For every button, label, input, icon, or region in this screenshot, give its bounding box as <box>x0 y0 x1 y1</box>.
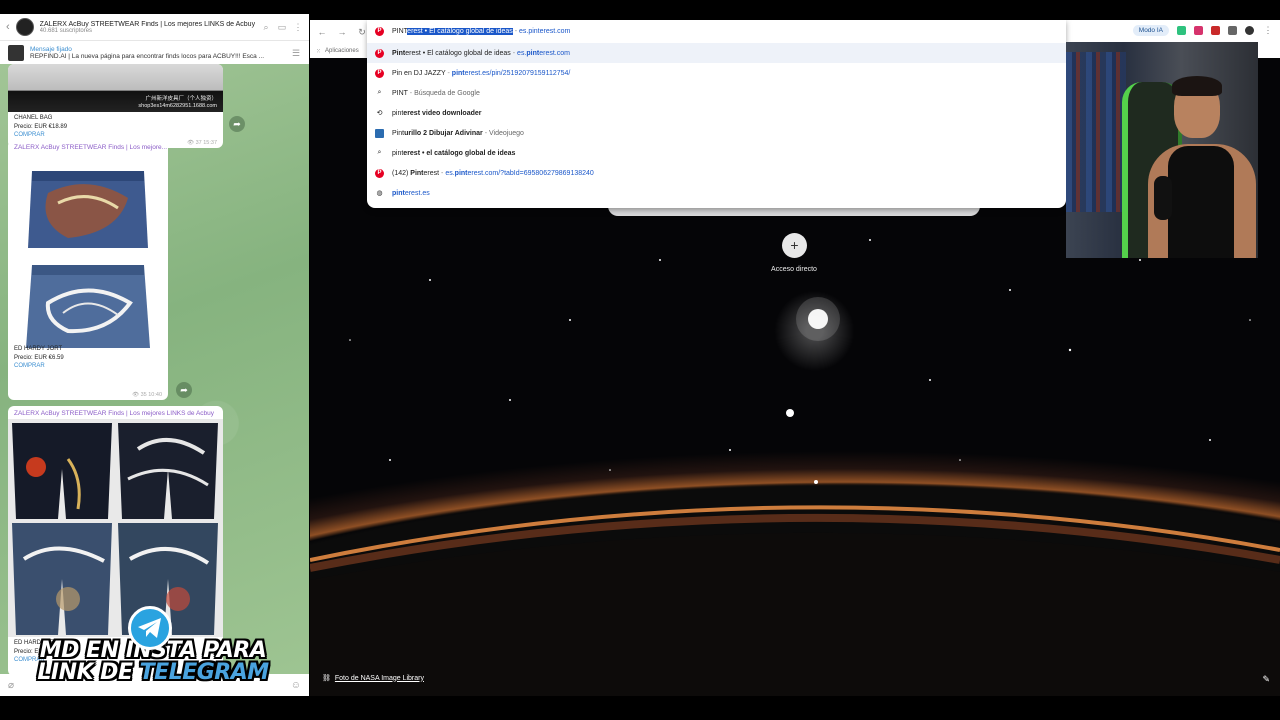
suggestion-row[interactable]: Pinturillo 2 Dibujar Adivinar - Videojue… <box>367 123 1066 143</box>
forward-icon[interactable]: ➦ <box>176 382 192 398</box>
webcam-overlay <box>1066 42 1258 258</box>
globe-icon: ◍ <box>376 190 383 197</box>
streamer <box>1148 76 1256 258</box>
photo-caption: 广州新洋皮具厂（个人独资） shop3es14m6282951.1688.com <box>138 96 217 109</box>
add-shortcut-label: Acceso directo <box>771 266 817 273</box>
clothing-rack <box>1066 52 1126 212</box>
apps-grid-icon[interactable]: ⁙ <box>316 48 321 55</box>
channel-post: ZALERX AcBuy STREETWEAR Finds | Los mejo… <box>8 140 168 400</box>
menu-icon[interactable]: ⋮ <box>1262 24 1274 36</box>
back-arrow-icon[interactable]: ‹ <box>6 21 10 33</box>
game-icon <box>375 128 384 138</box>
suggestion-row[interactable]: ⌕ PINT - Búsqueda de Google <box>367 83 1066 103</box>
profile-avatar[interactable] <box>1245 25 1254 35</box>
channel-post: 广州新洋皮具厂（个人独资） shop3es14m6282951.1688.com… <box>8 64 223 148</box>
omnibox-dropdown: P PINTerest • El catálogo global de idea… <box>367 20 1066 208</box>
channel-avatar[interactable] <box>15 18 34 36</box>
post-photo[interactable] <box>8 419 223 637</box>
post-channel-name[interactable]: ZALERX AcBuy STREETWEAR Finds | Los mejo… <box>8 406 223 419</box>
message-meta: 👁 37 15:37 <box>187 140 217 146</box>
item-price: Precio: EUR €6.59 <box>14 354 64 361</box>
chat-icon[interactable]: ▭ <box>277 22 287 32</box>
pinterest-icon: P <box>375 27 384 36</box>
forward-icon[interactable]: ➦ <box>229 116 245 132</box>
suggestion-row[interactable]: P Pinterest • El catálogo global de idea… <box>367 43 1066 63</box>
promo-text-blue: TELEGRAM <box>139 660 270 685</box>
jeans-image <box>12 423 218 635</box>
channel-header[interactable]: ‹ ZALERX AcBuy STREETWEAR Finds | Los me… <box>0 14 309 40</box>
modo-ia-button[interactable]: Modo IA <box>1132 24 1169 36</box>
photo-credit[interactable]: ⛓ Foto de NASA Image Library <box>322 674 424 683</box>
search-icon: ⌕ <box>377 149 382 156</box>
omnibox-input[interactable]: P PINTerest • El catálogo global de idea… <box>367 20 1066 43</box>
search-icon: ⌕ <box>377 89 382 96</box>
customize-pencil-icon[interactable]: ✎ <box>1262 674 1270 685</box>
omnibox-url: es.pinterest.com <box>518 28 571 35</box>
post-channel-name[interactable]: ZALERX AcBuy STREETWEAR Finds | Los mejo… <box>8 140 168 153</box>
history-icon: ⟲ <box>376 110 383 117</box>
channel-title: ZALERX AcBuy STREETWEAR Finds | Los mejo… <box>39 20 255 28</box>
subscriber-count: 40.681 suscriptores <box>39 27 93 34</box>
suggestion-row[interactable]: P Pin en DJ JAZZY - pinterest.es/pin/251… <box>367 63 1066 83</box>
pinterest-icon: P <box>375 168 384 178</box>
extension-icon[interactable] <box>1177 25 1186 35</box>
apps-label[interactable]: Aplicaciones <box>325 48 359 54</box>
pinterest-icon: P <box>375 48 384 58</box>
buy-link[interactable]: COMPRAR <box>14 131 217 140</box>
promo-text-white: LINK DE <box>37 660 140 685</box>
post-photo[interactable] <box>8 153 168 363</box>
suggestion-row[interactable]: ⌕ pinterest • el catálogo global de idea… <box>367 143 1066 163</box>
puzzle-icon[interactable] <box>1228 25 1237 35</box>
extension-icon[interactable] <box>1211 25 1220 35</box>
jorts-image <box>26 171 150 348</box>
suggestion-row[interactable]: ⟲ pinterest video downloader <box>367 103 1066 123</box>
microphone <box>1154 176 1172 220</box>
search-icon[interactable]: ⌕ <box>261 22 271 32</box>
screen: ‹ ZALERX AcBuy STREETWEAR Finds | Los me… <box>0 0 1280 720</box>
item-name: CHANEL BAG <box>14 115 53 121</box>
link-icon: ⛓ <box>322 675 331 682</box>
buy-link[interactable]: COMPRAR <box>14 362 162 371</box>
channel-post: ZALERX AcBuy STREETWEAR Finds | Los mejo… <box>8 406 223 676</box>
suggestion-row[interactable]: P (142) Pinterest - es.pinterest.com/?ta… <box>367 163 1066 183</box>
telegram-logo-icon <box>128 606 172 650</box>
post-photo[interactable]: 广州新洋皮具厂（个人独资） shop3es14m6282951.1688.com <box>8 64 223 112</box>
forward-icon[interactable]: → <box>336 26 348 38</box>
back-icon[interactable]: ← <box>316 26 328 38</box>
omnibox-completion: erest • El catálogo global de ideas <box>407 28 513 35</box>
suggestion-row[interactable]: ◍ pinterest.es <box>367 183 1066 203</box>
more-icon[interactable]: ⋮ <box>293 22 303 32</box>
pinned-body: REPFIND.AI | La nueva página para encont… <box>30 52 264 60</box>
item-price: Precio: EUR €18.89 <box>14 123 68 130</box>
attach-icon[interactable]: ⌀ <box>8 680 14 691</box>
omnibox-typed: PINT <box>392 28 408 35</box>
pinned-message-bar[interactable]: Mensaje fijado REPFIND.AI | La nueva pág… <box>0 40 309 64</box>
promo-line-2: LINK DE TELEGRAM <box>28 662 278 684</box>
sticker-icon[interactable]: ☺ <box>291 680 301 691</box>
pinned-list-icon[interactable]: ☰ <box>291 48 301 58</box>
pinned-thumbnail <box>8 44 24 61</box>
message-meta: 👁 35 10:40 <box>132 392 162 398</box>
extension-icon[interactable] <box>1194 25 1203 35</box>
add-shortcut-button[interactable]: + <box>782 233 807 258</box>
item-name: ED HARDY JORT <box>14 346 63 352</box>
pinterest-icon: P <box>375 68 384 78</box>
telegram-panel: ‹ ZALERX AcBuy STREETWEAR Finds | Los me… <box>0 14 309 696</box>
pinned-title: Mensaje fijado <box>30 45 72 53</box>
